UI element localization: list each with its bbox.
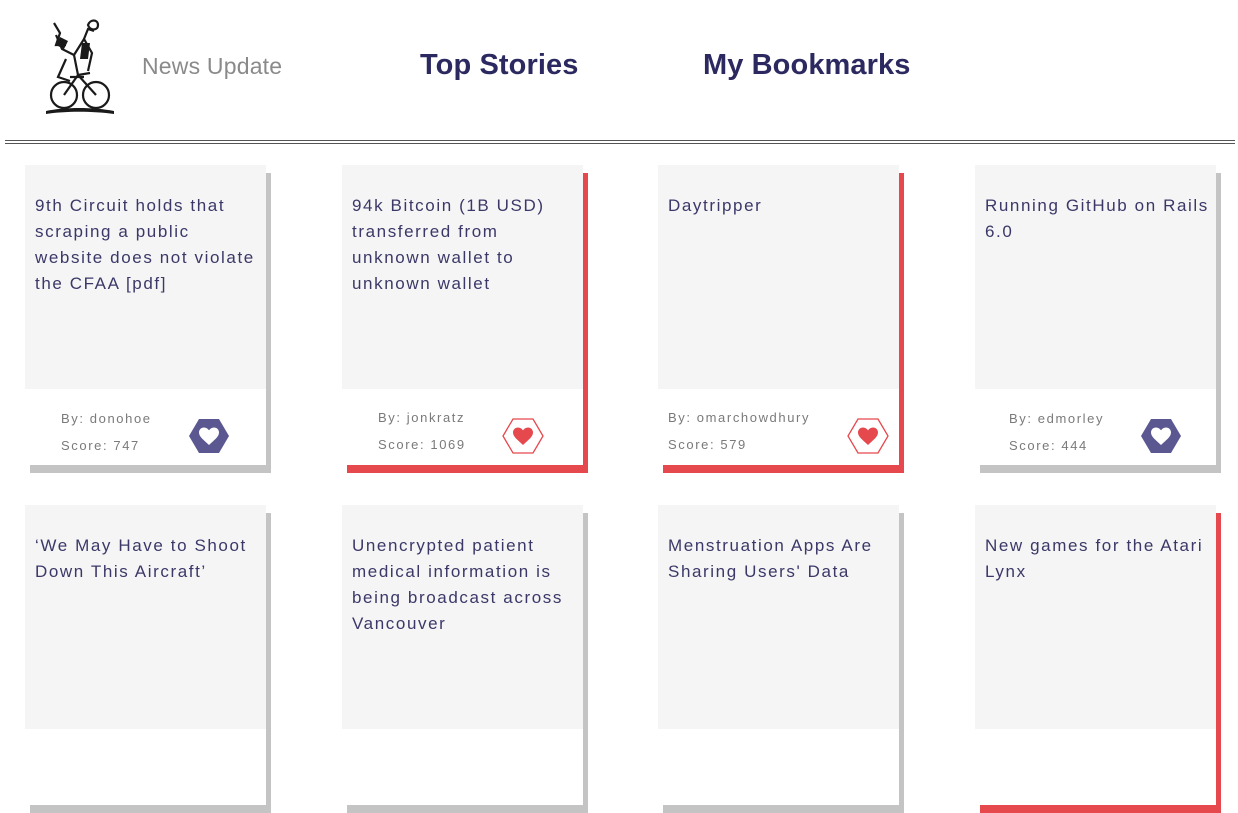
heart-icon[interactable] <box>1140 417 1182 455</box>
brand-name: News Update <box>142 53 283 79</box>
story-card[interactable]: 9th Circuit holds that scraping a public… <box>25 165 271 473</box>
header-divider <box>5 140 1235 144</box>
header: News Update Top Stories My Bookmarks <box>0 0 1238 140</box>
story-score: Score: 444 <box>1009 438 1088 453</box>
card-body: Menstruation Apps Are Sharing Users' Dat… <box>658 505 899 805</box>
heart-icon[interactable] <box>847 417 889 455</box>
nav-my-bookmarks[interactable]: My Bookmarks <box>703 49 911 82</box>
story-author: By: jonkratz <box>378 410 466 425</box>
nav-top-stories[interactable]: Top Stories <box>420 49 578 82</box>
story-card[interactable]: Unencrypted patient medical information … <box>342 505 588 813</box>
card-body: 9th Circuit holds that scraping a public… <box>25 165 266 465</box>
heart-icon[interactable] <box>188 417 230 455</box>
story-card[interactable]: Menstruation Apps Are Sharing Users' Dat… <box>658 505 904 813</box>
story-title[interactable]: 94k Bitcoin (1B USD) transferred from un… <box>352 193 577 297</box>
card-title-area: Running GitHub on Rails 6.0 <box>975 165 1216 389</box>
story-card[interactable]: ‘We May Have to Shoot Down This Aircraft… <box>25 505 271 813</box>
story-card[interactable]: Running GitHub on Rails 6.0 By: edmorley… <box>975 165 1221 473</box>
story-title[interactable]: Daytripper <box>668 193 893 219</box>
card-body: 94k Bitcoin (1B USD) transferred from un… <box>342 165 583 465</box>
card-body: Daytripper By: omarchowdhury Score: 579 <box>658 165 899 465</box>
story-author: By: edmorley <box>1009 411 1105 426</box>
story-score: Score: 747 <box>61 438 140 453</box>
card-title-area: Menstruation Apps Are Sharing Users' Dat… <box>658 505 899 729</box>
cyclist-logo-icon[interactable] <box>44 15 116 117</box>
story-author: By: donohoe <box>61 411 152 426</box>
card-body: Unencrypted patient medical information … <box>342 505 583 805</box>
story-title[interactable]: ‘We May Have to Shoot Down This Aircraft… <box>35 533 260 585</box>
card-body: Running GitHub on Rails 6.0 By: edmorley… <box>975 165 1216 465</box>
card-body: ‘We May Have to Shoot Down This Aircraft… <box>25 505 266 805</box>
card-title-area: Unencrypted patient medical information … <box>342 505 583 729</box>
heart-icon[interactable] <box>502 417 544 455</box>
story-card[interactable]: New games for the Atari Lynx <box>975 505 1221 813</box>
card-title-area: ‘We May Have to Shoot Down This Aircraft… <box>25 505 266 729</box>
story-author: By: omarchowdhury <box>668 410 811 425</box>
story-score: Score: 1069 <box>378 437 466 452</box>
story-title[interactable]: Menstruation Apps Are Sharing Users' Dat… <box>668 533 893 585</box>
story-title[interactable]: Unencrypted patient medical information … <box>352 533 577 637</box>
card-title-area: Daytripper <box>658 165 899 389</box>
card-title-area: 94k Bitcoin (1B USD) transferred from un… <box>342 165 583 389</box>
card-title-area: 9th Circuit holds that scraping a public… <box>25 165 266 389</box>
story-card[interactable]: Daytripper By: omarchowdhury Score: 579 <box>658 165 904 473</box>
story-title[interactable]: 9th Circuit holds that scraping a public… <box>35 193 260 297</box>
story-card[interactable]: 94k Bitcoin (1B USD) transferred from un… <box>342 165 588 473</box>
story-title[interactable]: Running GitHub on Rails 6.0 <box>985 193 1210 245</box>
story-title[interactable]: New games for the Atari Lynx <box>985 533 1210 585</box>
card-title-area: New games for the Atari Lynx <box>975 505 1216 729</box>
card-body: New games for the Atari Lynx <box>975 505 1216 805</box>
story-score: Score: 579 <box>668 437 747 452</box>
